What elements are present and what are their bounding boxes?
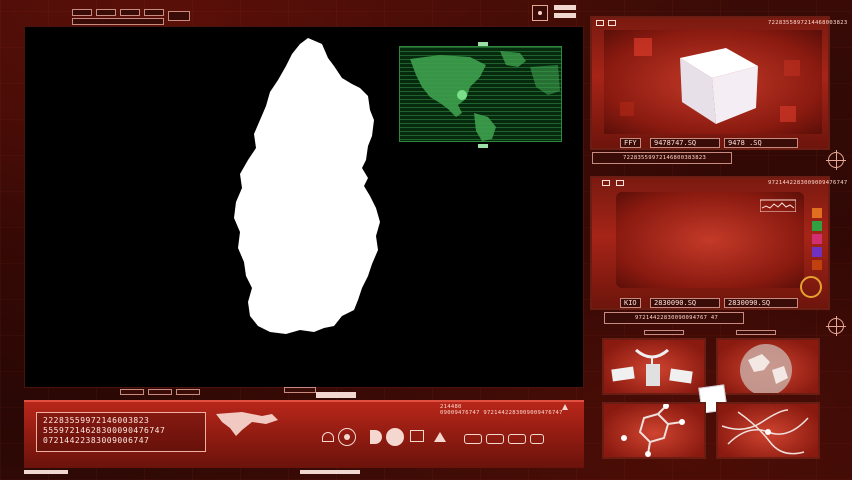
top-target-button[interactable] <box>532 5 548 21</box>
lower-mini-button-4[interactable] <box>284 387 316 393</box>
cube-viewport <box>604 30 822 134</box>
graph-mini-histogram <box>760 199 796 212</box>
thumbnail-neural-network[interactable] <box>716 402 820 459</box>
graph-viewport <box>616 192 804 288</box>
lower-slider[interactable] <box>316 392 356 398</box>
bottom-target-icon[interactable] <box>338 428 356 446</box>
cube-panel-footer-bar: 72283559972146800383823 <box>592 152 732 164</box>
cube-panel-header-code: 7228355897214468003823 <box>768 20 848 26</box>
world-map-top-marker <box>478 42 488 46</box>
floating-cube-small-3 <box>780 106 796 122</box>
top-mini-button-1[interactable] <box>72 9 92 16</box>
world-map-graphic <box>400 47 561 141</box>
floating-cube-small-2 <box>784 60 800 76</box>
top-control-strip <box>24 6 564 26</box>
color-swatch-5[interactable] <box>812 260 822 270</box>
color-swatch-1[interactable] <box>812 208 822 218</box>
world-map-inset <box>399 46 562 142</box>
crosshair-icon-2 <box>826 316 846 336</box>
graph-panel: 9721442283009009476747 KIO 2830090.SQ 28… <box>590 176 847 310</box>
top-mini-button-2[interactable] <box>96 9 116 16</box>
bottom-small-code-b: 09009476747 9721442283009009476747 <box>440 410 563 416</box>
top-mini-bar <box>72 18 164 25</box>
bottom-toggle-1[interactable] <box>464 434 482 444</box>
target-dot-icon <box>538 11 542 15</box>
thumbnail-molecule[interactable] <box>602 402 706 459</box>
graph-panel-value-a: 2830090.SQ <box>650 298 720 308</box>
graph-panel-header-code: 9721442283009009476747 <box>768 180 848 186</box>
color-swatch-2[interactable] <box>812 221 822 231</box>
cube-panel: 7228355897214468003823 FFY 9478747.SQ 94… <box>590 16 847 150</box>
bottom-square-icon[interactable] <box>410 430 424 442</box>
lower-mini-button-2[interactable] <box>148 389 172 395</box>
top-mini-graph <box>168 11 190 21</box>
molecule-icon <box>621 404 685 457</box>
bottom-triangle-icon[interactable] <box>434 432 446 442</box>
cube-panel-corner-icon-2 <box>608 20 616 26</box>
bottom-toggle-4[interactable] <box>530 434 544 444</box>
thumbnail-satellite[interactable] <box>602 338 706 395</box>
bottom-code-line-1: 22283559972146003823 <box>43 416 150 425</box>
bottom-progress-mid <box>300 470 360 474</box>
earth-globe-icon <box>740 344 792 393</box>
graph-panel-footer-bar: 97214422830090094767 47 <box>604 312 744 324</box>
top-mini-button-4[interactable] <box>144 9 164 16</box>
color-swatch-4[interactable] <box>812 247 822 257</box>
bottom-mini-map <box>216 412 278 436</box>
bottom-target-dot-icon <box>344 434 350 440</box>
graph-panel-footer-code: 97214422830090094767 47 <box>635 315 719 321</box>
bottom-up-arrow-icon[interactable] <box>562 404 568 410</box>
top-mini-button-3[interactable] <box>120 9 140 16</box>
world-map-bottom-marker <box>478 144 488 148</box>
cube-panel-corner-icon <box>596 20 604 26</box>
graph-dial-icon[interactable] <box>800 276 822 298</box>
cube-panel-footer-code: 72283559972146800383823 <box>623 155 707 161</box>
bottom-progress-left <box>24 470 68 474</box>
graph-panel-value-b: 2830090.SQ <box>724 298 798 308</box>
graph-panel-tag: KIO <box>620 298 641 308</box>
graph-panel-corner-icon-2 <box>616 180 624 186</box>
lower-mini-button-3[interactable] <box>176 389 200 395</box>
bottom-toggle-2[interactable] <box>486 434 504 444</box>
floating-cube-small-4 <box>620 102 634 116</box>
top-slider-1[interactable] <box>554 5 576 10</box>
satellite-icon <box>611 348 693 386</box>
white-cube-icon <box>680 48 758 124</box>
bottom-disc-icon[interactable] <box>386 428 404 446</box>
thumb-label-bar-2 <box>736 330 776 335</box>
color-swatch-3[interactable] <box>812 234 822 244</box>
top-slider-2[interactable] <box>554 13 576 18</box>
cube-panel-value-a: 9478747.SQ <box>650 138 720 148</box>
floating-cube-small-1 <box>634 38 652 56</box>
cube-panel-value-b: 9478 .SQ <box>724 138 798 148</box>
thumb-label-bar-1 <box>644 330 684 335</box>
bottom-code-readout: 22283559972146003823 5559721462830009047… <box>36 412 206 452</box>
crosshair-icon-1 <box>826 150 846 170</box>
country-map-qatar <box>234 38 380 334</box>
bottom-code-line-2: 55597214628300090476747 <box>43 426 166 435</box>
bottom-code-line-3: 07214422383009006747 <box>43 436 150 445</box>
lower-mini-button-1[interactable] <box>120 389 144 395</box>
bottom-arc-icon[interactable] <box>322 432 334 442</box>
bottom-toggle-3[interactable] <box>508 434 526 444</box>
neural-network-icon <box>721 409 809 455</box>
thumbnail-earth-globe[interactable] <box>716 338 820 395</box>
graph-panel-corner-icon <box>602 180 610 186</box>
cube-panel-tag: FFY <box>620 138 641 148</box>
